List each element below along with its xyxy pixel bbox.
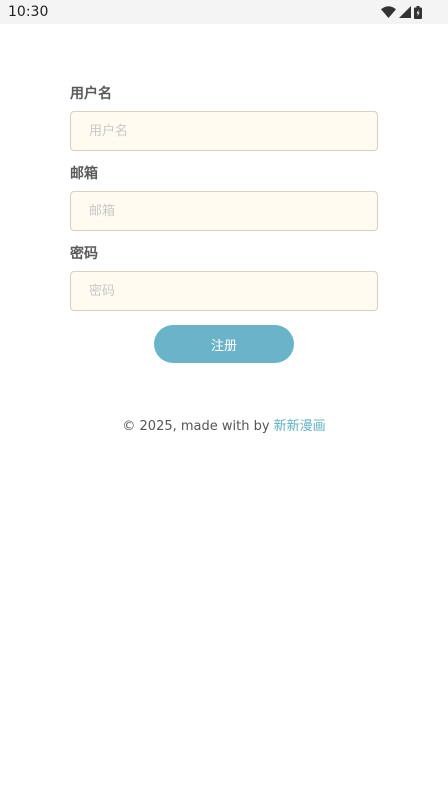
- battery-icon: [414, 5, 422, 19]
- email-label: 邮箱: [70, 166, 98, 182]
- register-button[interactable]: 注册: [154, 325, 294, 363]
- status-icons: [381, 5, 422, 19]
- footer-text: © 2025, made with by: [122, 419, 270, 434]
- username-group: 用户名: [70, 84, 378, 151]
- footer: © 2025, made with by 新新漫画: [0, 417, 448, 437]
- signal-icon: [399, 6, 411, 18]
- wifi-icon: [381, 6, 396, 18]
- password-input[interactable]: [70, 271, 378, 311]
- password-group: 密码: [70, 244, 378, 311]
- password-label: 密码: [70, 246, 98, 262]
- register-form: 用户名 邮箱 密码: [70, 84, 378, 311]
- status-bar: 10:30: [0, 0, 448, 24]
- footer-brand-link[interactable]: 新新漫画: [274, 419, 326, 434]
- status-time: 10:30: [8, 4, 49, 20]
- username-label: 用户名: [70, 86, 112, 102]
- email-input[interactable]: [70, 191, 378, 231]
- username-input[interactable]: [70, 111, 378, 151]
- email-group: 邮箱: [70, 164, 378, 231]
